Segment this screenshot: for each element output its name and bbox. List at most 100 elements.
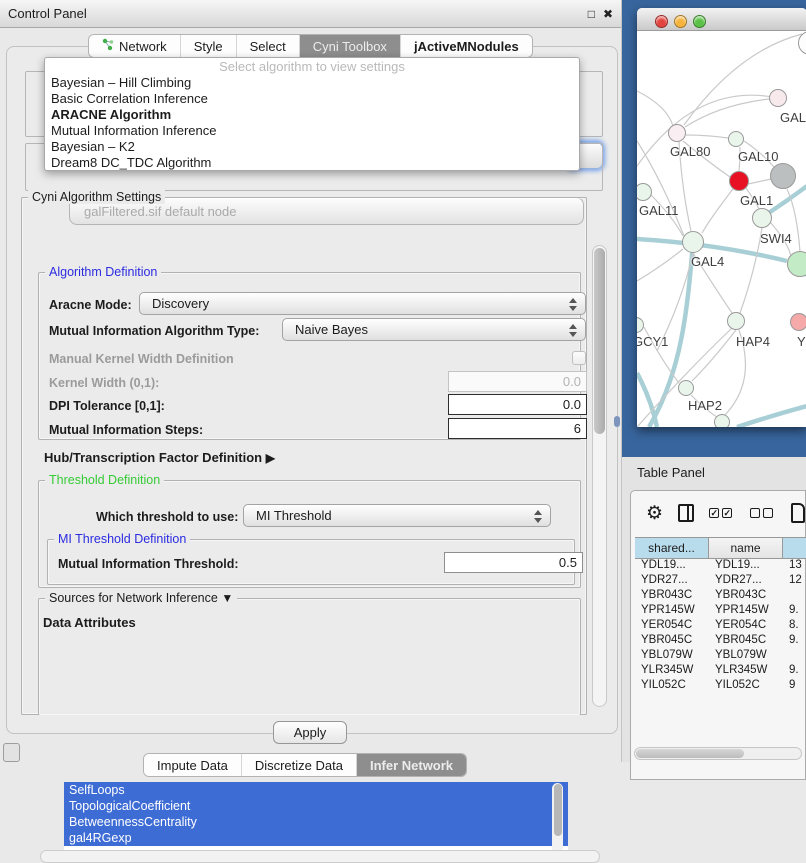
which-threshold-value: MI Threshold: [256, 508, 332, 523]
table-row[interactable]: YIL052C YIL052C 9: [635, 679, 806, 694]
network-node-unlabeled[interactable]: [770, 163, 796, 189]
list-item[interactable]: BetweennessCentrality: [64, 814, 568, 830]
bottom-tab[interactable]: Infer Network: [357, 754, 466, 776]
panel-tab[interactable]: Network: [89, 35, 181, 57]
hub-definition-toggle[interactable]: Hub/Transcription Factor Definition ▶: [44, 450, 275, 465]
panel-tab[interactable]: Select: [237, 35, 300, 57]
dropdown-item[interactable]: Bayesian – Hill Climbing: [45, 75, 579, 91]
network-node-gal7[interactable]: [769, 89, 787, 107]
bottom-tab[interactable]: Impute Data: [144, 754, 242, 776]
network-node-gal1[interactable]: [729, 171, 749, 191]
sources-title[interactable]: Sources for Network Inference ▼: [45, 591, 237, 605]
dropdown-item-label: Mutual Information Inference: [51, 123, 216, 138]
network-edge: [637, 91, 673, 126]
close-icon[interactable]: ✖: [603, 7, 613, 21]
data-attributes-list[interactable]: SelfLoopsTopologicalCoefficientBetweenne…: [64, 782, 568, 854]
scrollbar-thumb[interactable]: [636, 749, 744, 758]
aracne-mode-label: Aracne Mode:: [49, 298, 132, 312]
network-node-y[interactable]: [790, 313, 806, 331]
minimize-traffic-light-icon[interactable]: [674, 15, 687, 28]
table-row[interactable]: YDL19... YDL19... 13: [635, 559, 806, 574]
dropdown-item[interactable]: Mutual Information Inference: [45, 123, 579, 139]
close-traffic-light-icon[interactable]: [655, 15, 668, 28]
dropdown-item[interactable]: Basic Correlation Inference: [45, 91, 579, 107]
network-node-gal80[interactable]: [668, 124, 686, 142]
column-header[interactable]: shared...: [635, 538, 709, 558]
gear-icon[interactable]: ⚙: [646, 502, 663, 525]
dropdown-item-label: ARACNE Algorithm: [51, 107, 171, 122]
settings-group-title: Cyni Algorithm Settings: [28, 190, 165, 204]
zoom-traffic-light-icon[interactable]: [693, 15, 706, 28]
dpi-tolerance-input[interactable]: 0.0: [448, 394, 587, 415]
mi-steps-input[interactable]: 6: [448, 418, 587, 439]
mi-threshold-input[interactable]: 0.5: [444, 552, 583, 573]
scrollbar-thumb[interactable]: [554, 784, 562, 836]
network-view-window[interactable]: GAL7GAL80GAL10GAL1GAL11SWI4GAL4HAP4YGCY1…: [637, 8, 806, 427]
network-node-gal4[interactable]: [682, 231, 704, 253]
network-node-unlabeled[interactable]: [714, 414, 730, 427]
dropdown-item-label: Dream8 DC_TDC Algorithm: [51, 155, 211, 170]
manual-kernel-checkbox[interactable]: [572, 351, 586, 365]
dropdown-items: Bayesian – Hill Climbing Basic Correlati…: [45, 75, 579, 171]
table-row[interactable]: YER054C YER054C 8.: [635, 619, 806, 634]
network-node-label: GAL80: [670, 144, 710, 159]
list-item[interactable]: gal4RGexp: [64, 830, 568, 846]
cell-value: 13: [783, 559, 806, 574]
float-window-icon[interactable]: □: [588, 7, 595, 21]
dropdown-item[interactable]: Dream8 DC_TDC Algorithm: [45, 155, 579, 171]
hub-definition-label: Hub/Transcription Factor Definition: [44, 450, 262, 465]
dropdown-item[interactable]: ARACNE Algorithm: [45, 107, 579, 123]
network-node-gal10[interactable]: [728, 131, 744, 147]
cell-value: 9.: [783, 604, 806, 619]
network-node-hap4[interactable]: [727, 312, 745, 330]
table-row[interactable]: YLR345W YLR345W 9.: [635, 664, 806, 679]
network-window-titlebar[interactable]: [637, 8, 806, 31]
network-node-unlabeled[interactable]: [787, 251, 806, 277]
panel-tab[interactable]: jActiveMNodules: [401, 35, 532, 57]
apply-button[interactable]: Apply: [273, 721, 347, 744]
settings-horizontal-scrollbar[interactable]: [40, 850, 600, 863]
aracne-mode-combobox[interactable]: Discovery: [139, 292, 586, 315]
network-node-hap2[interactable]: [678, 380, 694, 396]
cell-value: 9.: [783, 664, 806, 679]
network-node-swi4[interactable]: [752, 208, 772, 228]
table-row[interactable]: YDR27... YDR27... 12: [635, 574, 806, 589]
bottom-tab[interactable]: Discretize Data: [242, 754, 357, 776]
dropdown-item[interactable]: Bayesian – K2: [45, 139, 579, 155]
list-item[interactable]: SelfLoops: [64, 782, 568, 798]
chevron-down-icon: ▼: [221, 591, 233, 605]
panel-tab[interactable]: Style: [181, 35, 237, 57]
which-threshold-combobox[interactable]: MI Threshold: [243, 504, 551, 527]
bottom-tab-label: Discretize Data: [255, 758, 343, 773]
dropdown-item-label: Bayesian – K2: [51, 139, 135, 154]
column-header[interactable]: [783, 538, 806, 558]
mi-threshold-title: MI Threshold Definition: [54, 532, 190, 546]
table-row[interactable]: YBR043C YBR043C: [635, 589, 806, 604]
network-canvas[interactable]: GAL7GAL80GAL10GAL1GAL11SWI4GAL4HAP4YGCY1…: [637, 31, 806, 427]
column-header[interactable]: name: [709, 538, 783, 558]
cell-name: YBL079W: [709, 649, 783, 664]
scrollbar-thumb[interactable]: [594, 248, 605, 434]
panel-splitter-handle[interactable]: [614, 416, 620, 427]
table-horizontal-scrollbar[interactable]: [634, 747, 802, 760]
panel-toggle-icon[interactable]: [3, 743, 20, 762]
settings-vertical-scrollbar[interactable]: [592, 245, 607, 707]
cell-shared-name: YDR27...: [635, 574, 709, 589]
table-row[interactable]: YBL079W YBL079W: [635, 649, 806, 664]
list-item[interactable]: TopologicalCoefficient: [64, 798, 568, 814]
attributes-list-scrollbar[interactable]: [552, 783, 563, 853]
mi-type-combobox[interactable]: Naive Bayes: [282, 318, 586, 341]
table-row[interactable]: YBR045C YBR045C 9.: [635, 634, 806, 649]
sources-groupbox: Sources for Network Inference ▼ Data Att…: [38, 598, 581, 715]
uncheck-all-icon[interactable]: [750, 508, 776, 518]
network-edge: [637, 249, 683, 281]
panel-tab[interactable]: Cyni Toolbox: [300, 35, 401, 57]
split-columns-icon[interactable]: [678, 504, 694, 522]
network-edge: [637, 373, 657, 427]
table-row[interactable]: YPR145W YPR145W 9.: [635, 604, 806, 619]
network-edge: [685, 98, 778, 127]
kernel-width-input[interactable]: 0.0: [448, 371, 587, 392]
cell-shared-name: YBR045C: [635, 634, 709, 649]
check-all-icon[interactable]: ✓ ✓: [709, 508, 735, 518]
new-column-icon[interactable]: [791, 503, 805, 523]
